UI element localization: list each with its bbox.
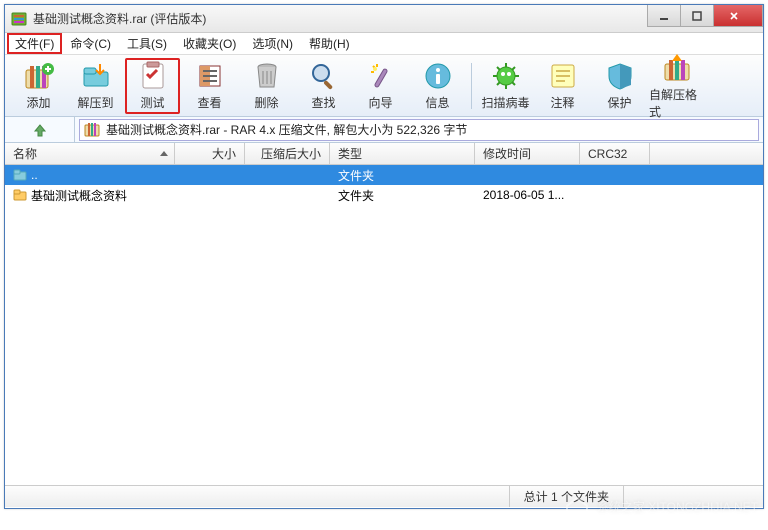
toolbar: 添加 解压到 测试 查看 删除 查找 向导 信息	[5, 55, 763, 117]
menu-favorites[interactable]: 收藏夹(O)	[175, 33, 244, 54]
sfx-button[interactable]: 自解压格式	[649, 58, 704, 114]
extract-icon	[80, 60, 112, 92]
delete-button[interactable]: 删除	[239, 58, 294, 114]
status-summary: 总计 1 个文件夹	[509, 486, 623, 507]
menu-command[interactable]: 命令(C)	[62, 33, 119, 54]
window-controls	[648, 5, 763, 32]
col-crc[interactable]: CRC32	[580, 143, 650, 164]
info-label: 信息	[425, 94, 449, 111]
comment-label: 注释	[550, 94, 574, 111]
wizard-icon	[365, 60, 397, 92]
row-name: ..	[31, 168, 38, 182]
col-spacer	[650, 143, 763, 164]
address-field[interactable]: 基础测试概念资料.rar - RAR 4.x 压缩文件, 解包大小为 522,3…	[79, 119, 759, 141]
test-label: 测试	[140, 94, 164, 111]
winrar-window: 基础测试概念资料.rar (评估版本) 文件(F) 命令(C) 工具(S) 收藏…	[4, 4, 764, 509]
table-row[interactable]: 基础测试概念资料 文件夹 2018-06-05 1...	[5, 185, 763, 205]
wizard-button[interactable]: 向导	[353, 58, 408, 114]
view-label: 查看	[197, 94, 221, 111]
info-button[interactable]: 信息	[410, 58, 465, 114]
menu-file[interactable]: 文件(F)	[7, 33, 62, 54]
file-list[interactable]: ..文件夹基础测试概念资料文件夹2018-06-05 1...	[5, 165, 763, 485]
col-type[interactable]: 类型	[330, 143, 475, 164]
extract-to-button[interactable]: 解压到	[68, 58, 123, 114]
protect-button[interactable]: 保护	[592, 58, 647, 114]
menubar: 文件(F) 命令(C) 工具(S) 收藏夹(O) 选项(N) 帮助(H)	[5, 33, 763, 55]
wizard-label: 向导	[368, 94, 392, 111]
col-size[interactable]: 大小	[175, 143, 245, 164]
col-name[interactable]: 名称	[5, 143, 175, 164]
protect-label: 保护	[607, 94, 631, 111]
archive-icon	[84, 122, 100, 138]
address-bar: 基础测试概念资料.rar - RAR 4.x 压缩文件, 解包大小为 522,3…	[5, 117, 763, 143]
minimize-button[interactable]	[647, 5, 681, 27]
virus-icon	[490, 60, 522, 92]
status-right	[623, 486, 763, 507]
titlebar: 基础测试概念资料.rar (评估版本)	[5, 5, 763, 33]
find-button[interactable]: 查找	[296, 58, 351, 114]
find-label: 查找	[311, 94, 335, 111]
toolbar-separator	[471, 63, 472, 109]
extract-label: 解压到	[77, 94, 113, 111]
menu-help[interactable]: 帮助(H)	[301, 33, 358, 54]
menu-tools[interactable]: 工具(S)	[119, 33, 175, 54]
up-button[interactable]	[5, 117, 75, 142]
column-headers: 名称 大小 压缩后大小 类型 修改时间 CRC32	[5, 143, 763, 165]
address-text: 基础测试概念资料.rar - RAR 4.x 压缩文件, 解包大小为 522,3…	[106, 121, 467, 138]
row-modified: 2018-06-05 1...	[483, 188, 564, 202]
col-modified[interactable]: 修改时间	[475, 143, 580, 164]
test-button[interactable]: 测试	[125, 58, 180, 114]
test-icon	[137, 60, 169, 92]
virus-scan-button[interactable]: 扫描病毒	[478, 58, 533, 114]
delete-label: 删除	[254, 94, 278, 111]
app-icon	[11, 11, 27, 27]
comment-icon	[547, 60, 579, 92]
row-type: 文件夹	[338, 187, 374, 204]
virus-label: 扫描病毒	[481, 94, 529, 111]
row-name: 基础测试概念资料	[31, 187, 127, 204]
close-button[interactable]	[713, 5, 763, 27]
info-icon	[422, 60, 454, 92]
add-icon	[23, 60, 55, 92]
menu-options[interactable]: 选项(N)	[244, 33, 301, 54]
protect-icon	[604, 60, 636, 92]
view-icon	[194, 60, 226, 92]
find-icon	[308, 60, 340, 92]
row-type: 文件夹	[338, 167, 374, 184]
table-row[interactable]: .. 文件夹	[5, 165, 763, 185]
delete-icon	[251, 60, 283, 92]
sfx-label: 自解压格式	[649, 86, 704, 120]
maximize-button[interactable]	[680, 5, 714, 27]
col-packed[interactable]: 压缩后大小	[245, 143, 330, 164]
view-button[interactable]: 查看	[182, 58, 237, 114]
sfx-icon	[661, 52, 693, 84]
add-button[interactable]: 添加	[11, 58, 66, 114]
add-label: 添加	[26, 94, 50, 111]
status-bar: 总计 1 个文件夹	[5, 485, 763, 507]
window-title: 基础测试概念资料.rar (评估版本)	[33, 10, 648, 27]
comment-button[interactable]: 注释	[535, 58, 590, 114]
